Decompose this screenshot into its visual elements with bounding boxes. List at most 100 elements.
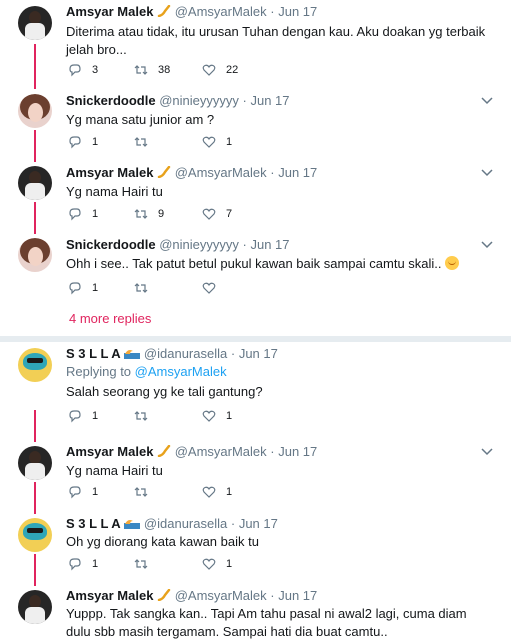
user-handle[interactable]: @idanurasella bbox=[144, 516, 227, 531]
display-name[interactable]: Amsyar Malek bbox=[66, 444, 153, 459]
like-button[interactable]: 1 bbox=[202, 135, 232, 149]
thread-divider bbox=[0, 336, 511, 342]
avatar[interactable] bbox=[18, 348, 52, 382]
thread-line bbox=[34, 44, 36, 89]
avatar[interactable] bbox=[18, 94, 52, 128]
tweet-text: Diterima atau tidak, itu urusan Tuhan de… bbox=[66, 24, 486, 57]
display-name[interactable]: Amsyar Malek bbox=[66, 165, 153, 180]
tweet-text: Yg nama Hairi tu bbox=[66, 463, 163, 478]
tweet-text: Salah seorang yg ke tali gantung? bbox=[66, 384, 263, 399]
reply-button[interactable]: 1 bbox=[68, 281, 98, 295]
user-handle[interactable]: @AmsyarMalek bbox=[175, 588, 267, 603]
avatar[interactable] bbox=[18, 446, 52, 480]
chevron-down-icon[interactable] bbox=[481, 169, 493, 177]
like-button[interactable]: 22 bbox=[202, 63, 238, 77]
like-count: 1 bbox=[226, 486, 233, 498]
retweet-button[interactable] bbox=[134, 557, 148, 571]
retweet-icon bbox=[134, 411, 148, 421]
saxophone-emoji-icon bbox=[157, 445, 171, 457]
separator-dot: · bbox=[270, 444, 275, 459]
tweet-date[interactable]: Jun 17 bbox=[278, 588, 317, 603]
reply-count: 1 bbox=[92, 136, 99, 148]
tweet-text: Yg nama Hairi tu bbox=[66, 184, 163, 199]
reply-button[interactable]: 1 bbox=[68, 557, 98, 571]
reply-button[interactable]: 1 bbox=[68, 135, 98, 149]
reply-count: 1 bbox=[92, 208, 99, 220]
retweet-button[interactable]: 9 bbox=[134, 207, 164, 221]
avatar[interactable] bbox=[18, 518, 52, 552]
mention-link[interactable]: @AmsyarMalek bbox=[135, 364, 227, 379]
user-handle[interactable]: @AmsyarMalek bbox=[175, 165, 267, 180]
like-button[interactable]: 1 bbox=[202, 485, 232, 499]
tweet-header: S 3 L L A @idanurasella · Jun 17 bbox=[66, 346, 278, 361]
user-handle[interactable]: @AmsyarMalek bbox=[175, 4, 267, 19]
reply-button[interactable]: 1 bbox=[68, 409, 98, 423]
tweet-date[interactable]: Jun 17 bbox=[239, 516, 278, 531]
reply-button[interactable]: 3 bbox=[68, 63, 98, 77]
user-handle[interactable]: @ninieyyyyyy bbox=[159, 237, 239, 252]
like-button[interactable]: 1 bbox=[202, 409, 232, 423]
avatar[interactable] bbox=[18, 166, 52, 200]
retweet-count: 9 bbox=[158, 208, 165, 220]
user-handle[interactable]: @idanurasella bbox=[144, 346, 227, 361]
display-name[interactable]: S 3 L L A bbox=[66, 346, 121, 361]
heart-icon bbox=[202, 136, 216, 148]
like-count: 1 bbox=[226, 410, 233, 422]
like-button[interactable]: 7 bbox=[202, 207, 232, 221]
reply-count: 3 bbox=[92, 64, 99, 76]
display-name[interactable]: Amsyar Malek bbox=[66, 4, 153, 19]
reply-icon bbox=[69, 410, 81, 423]
like-button[interactable] bbox=[202, 281, 216, 295]
tweet-date[interactable]: Jun 17 bbox=[239, 346, 278, 361]
tweet-header: Amsyar Malek @AmsyarMalek · Jun 17 bbox=[66, 165, 317, 180]
chevron-down-icon[interactable] bbox=[481, 97, 493, 105]
reply-button[interactable]: 1 bbox=[68, 485, 98, 499]
retweet-button[interactable] bbox=[134, 281, 148, 295]
reply-count: 1 bbox=[92, 558, 99, 570]
retweet-button[interactable]: 38 bbox=[134, 63, 170, 77]
retweet-count: 38 bbox=[158, 64, 171, 76]
thread-line bbox=[34, 554, 36, 586]
display-name[interactable]: Snickerdoodle bbox=[66, 93, 156, 108]
like-count: 1 bbox=[226, 136, 233, 148]
avatar[interactable] bbox=[18, 6, 52, 40]
reply-icon bbox=[69, 486, 81, 499]
like-button[interactable]: 1 bbox=[202, 557, 232, 571]
tweet-header: Snickerdoodle @ninieyyyyyy · Jun 17 bbox=[66, 93, 290, 108]
avatar[interactable] bbox=[18, 238, 52, 272]
retweet-icon bbox=[134, 487, 148, 497]
tweet-text: Ohh i see.. Tak patut betul pukul kawan … bbox=[66, 255, 486, 273]
retweet-button[interactable] bbox=[134, 135, 158, 149]
reply-button[interactable]: 1 bbox=[68, 207, 98, 221]
heart-icon bbox=[202, 208, 216, 220]
chevron-down-icon[interactable] bbox=[481, 241, 493, 249]
reply-count: 1 bbox=[92, 486, 99, 498]
display-name[interactable]: S 3 L L A bbox=[66, 516, 121, 531]
smiley-emoji-icon bbox=[445, 256, 460, 270]
tweet-text-content: Ohh i see.. Tak patut betul pukul kawan … bbox=[66, 256, 442, 271]
thread-line bbox=[34, 482, 36, 514]
tweet-date[interactable]: Jun 17 bbox=[250, 93, 289, 108]
user-handle[interactable]: @ninieyyyyyy bbox=[159, 93, 239, 108]
separator-dot: · bbox=[230, 346, 236, 361]
user-handle[interactable]: @AmsyarMalek bbox=[175, 444, 267, 459]
tweet-date[interactable]: Jun 17 bbox=[278, 4, 317, 19]
tweet-header: Snickerdoodle @ninieyyyyyy · Jun 17 bbox=[66, 237, 290, 252]
chevron-down-icon[interactable] bbox=[481, 448, 493, 456]
tweet-header: Amsyar Malek @AmsyarMalek · Jun 17 bbox=[66, 444, 317, 459]
display-name[interactable]: Snickerdoodle bbox=[66, 237, 156, 252]
tweet-date[interactable]: Jun 17 bbox=[278, 165, 317, 180]
retweet-button[interactable] bbox=[134, 409, 148, 423]
thread-line bbox=[34, 130, 36, 162]
reply-icon bbox=[69, 558, 81, 571]
tweet-date[interactable]: Jun 17 bbox=[250, 237, 289, 252]
replying-to-prefix: Replying to bbox=[66, 364, 132, 379]
separator-dot: · bbox=[270, 4, 275, 19]
display-name[interactable]: Amsyar Malek bbox=[66, 588, 153, 603]
tweet-date[interactable]: Jun 17 bbox=[278, 444, 317, 459]
more-replies-link[interactable]: 4 more replies bbox=[69, 311, 151, 326]
heart-icon bbox=[202, 410, 216, 422]
avatar[interactable] bbox=[18, 590, 52, 624]
retweet-button[interactable] bbox=[134, 485, 148, 499]
tweet-header: S 3 L L A @idanurasella · Jun 17 bbox=[66, 516, 278, 531]
